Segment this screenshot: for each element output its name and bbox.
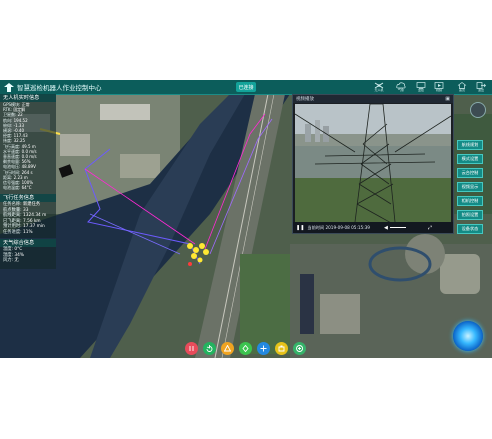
task-info-row-label: 任务名称:: [3, 202, 22, 207]
task-info-row-value: 17.37 min: [23, 224, 45, 230]
target-icon[interactable]: [293, 342, 306, 355]
weather-info-row-value: 无: [14, 258, 19, 264]
task-info-panel: 飞行任务信息 任务名称: 新建任务 航点数量: 33 航线距离: 1324.34 m…: [0, 194, 56, 238]
close-icon[interactable]: ▣: [445, 96, 450, 102]
uav-info-row-value: 64°C: [21, 185, 32, 191]
camera-icon[interactable]: [275, 342, 288, 355]
weather-info-panel: 天气综合信息 温度: 0°C 湿度: 34% 风力: 无: [0, 239, 56, 269]
task-info-row-value: 11%: [23, 229, 33, 235]
logo-icon: [4, 82, 14, 92]
task-info-row-value: 1324.34 m: [23, 213, 47, 219]
weather-info-row-label: 风力:: [3, 258, 14, 264]
exit-icon[interactable]: 退出: [474, 82, 488, 92]
task-info-row-label: 航点数量:: [3, 207, 22, 213]
weather-info-row-value: 34%: [14, 252, 24, 258]
video-controls: ❚❚ 当前时间 2019-09-08 05:15:39 ◀ ⤢: [293, 222, 453, 233]
fullscreen-icon[interactable]: ⤢: [428, 225, 432, 231]
task-info-title: 飞行任务信息: [0, 194, 56, 202]
home-icon[interactable]: 首页: [455, 82, 469, 92]
compass-icon[interactable]: [470, 102, 486, 118]
menu-button-2[interactable]: 模式设置: [457, 154, 483, 164]
video-feed: [295, 104, 451, 222]
volume-icon[interactable]: ◀: [384, 225, 388, 231]
video-title-bar: 视频播放 ▣: [293, 95, 453, 103]
menu-button-7[interactable]: 设备状态: [457, 224, 483, 234]
app-title: 智慧巡检机器人作业控制中心: [17, 84, 102, 92]
uav-info-panel: 无人机实时信息 GPS模块: 正常 RTK: 固定解 卫星数: 22 航向: 194.…: [0, 94, 56, 194]
video-timestamp: 当前时间 2019-09-08 05:15:39: [307, 224, 370, 230]
task-info-row: 任务进度: 11%: [0, 230, 56, 236]
uav-info-title: 无人机实时信息: [0, 94, 56, 102]
pause-icon[interactable]: [185, 342, 198, 355]
menu-button-6[interactable]: 拍照设置: [457, 210, 483, 220]
task-info-row-value: 新建任务: [23, 202, 41, 207]
weather-info-row-value: 0°C: [14, 247, 23, 252]
uav-info-row-label: 电池温度:: [3, 185, 21, 191]
connection-status-button[interactable]: 已连接: [236, 82, 256, 92]
task-info-row-value: 33: [23, 207, 29, 213]
uav-info-row: 电池温度: 64°C: [0, 185, 56, 190]
weather-info-row-label: 湿度:: [3, 252, 14, 258]
task-info-row-label: 任务进度:: [3, 229, 22, 235]
return-icon[interactable]: [203, 342, 216, 355]
drone-mode-icon[interactable]: [257, 342, 270, 355]
drone-icon[interactable]: 无人机: [372, 82, 386, 92]
menu-button-5[interactable]: 相机控制: [457, 196, 483, 206]
weather-info-row-label: 温度:: [3, 247, 14, 252]
takeoff-icon[interactable]: [221, 342, 234, 355]
menu-button-3[interactable]: 云台控制: [457, 168, 483, 178]
menu-button-1[interactable]: 航线规划: [457, 140, 483, 150]
screen-icon[interactable]: 视频: [432, 82, 446, 92]
video-title: 视频播放: [296, 97, 314, 102]
waypoint-icon[interactable]: [239, 342, 252, 355]
cloud-icon[interactable]: 气象: [394, 82, 408, 92]
task-info-row-label: 预计用时:: [3, 224, 22, 230]
pause-button[interactable]: ❚❚: [296, 225, 304, 231]
monitor-icon[interactable]: 监控: [414, 82, 428, 92]
weather-info-title: 天气综合信息: [0, 239, 56, 247]
task-info-row-label: 航线距离:: [3, 213, 22, 219]
joystick-button[interactable]: [453, 321, 483, 351]
volume-slider[interactable]: [389, 227, 406, 228]
weather-info-row: 风力: 无: [0, 258, 56, 264]
app-window: 智慧巡检机器人作业控制中心 已连接 无人机 气象 监控 视频 首页 退出 无人机…: [0, 80, 492, 358]
menu-button-4[interactable]: 视频显示: [457, 182, 483, 192]
video-window: 视频播放 ▣ ❚❚ 当前时间 2019-09-08 05:15:39 ◀ ⤢: [292, 94, 454, 234]
